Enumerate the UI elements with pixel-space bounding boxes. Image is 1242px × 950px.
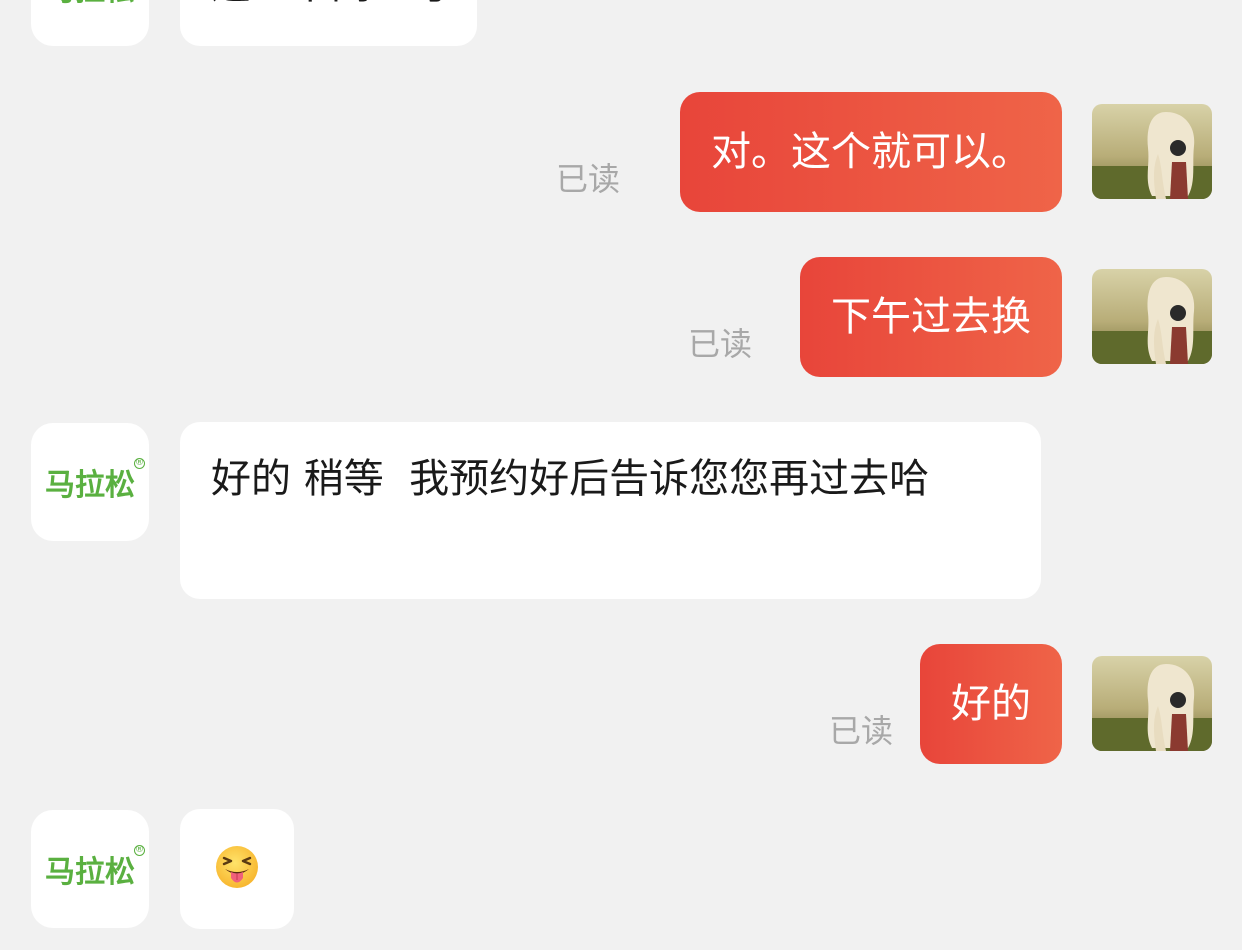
merchant-avatar[interactable]: 马拉松® [31, 810, 149, 928]
user-avatar[interactable] [1092, 104, 1212, 199]
outgoing-message-bubble[interactable]: 好的 [920, 644, 1062, 764]
message-text: 对。这个就可以。 [711, 129, 1031, 175]
read-receipt: 已读 [828, 712, 893, 750]
outgoing-message-bubble[interactable]: 下午过去换 [800, 257, 1062, 377]
merchant-avatar[interactable]: 马拉松® [31, 0, 149, 46]
merchant-logo: 马拉松® [45, 845, 145, 890]
read-receipt: 已读 [555, 160, 620, 198]
incoming-message-bubble[interactable]: 好的 稍等 我预约好后告诉您您再过去哈 [180, 422, 1041, 599]
merchant-avatar[interactable]: 马拉松® [31, 423, 149, 541]
merchant-logo: 马拉松® [45, 458, 145, 503]
message-text: 这一下同一号 [211, 0, 451, 8]
message-text: 好的 稍等 我预约好后告诉您您再过去哈 [211, 456, 930, 502]
user-avatar[interactable] [1092, 269, 1212, 364]
chat-message-list[interactable]: 马拉松® 这一下同一号 已读 对。这个就可以。 已读 下午过去换 [0, 0, 1242, 950]
incoming-emoji-bubble[interactable] [180, 809, 294, 929]
user-avatar[interactable] [1092, 656, 1212, 751]
incoming-message-bubble[interactable]: 这一下同一号 [180, 0, 477, 46]
outgoing-message-bubble[interactable]: 对。这个就可以。 [680, 92, 1062, 212]
squinting-face-with-tongue-icon [215, 845, 259, 893]
merchant-logo: 马拉松® [45, 0, 135, 9]
read-receipt: 已读 [687, 325, 752, 363]
message-text: 下午过去换 [831, 294, 1031, 340]
message-text: 好的 [951, 681, 1031, 727]
